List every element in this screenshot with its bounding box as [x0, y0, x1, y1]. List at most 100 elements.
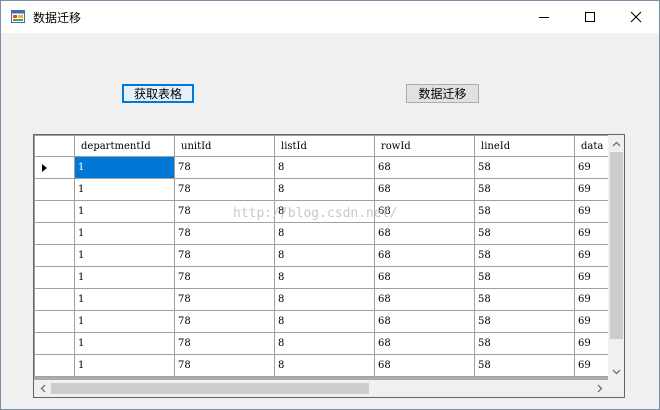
row-header[interactable]	[34, 354, 75, 377]
table-cell[interactable]: 68	[374, 156, 475, 179]
row-header[interactable]	[34, 178, 75, 201]
table-cell[interactable]: 1	[74, 354, 175, 377]
table-cell[interactable]: 58	[474, 332, 575, 355]
table-cell[interactable]: 69	[574, 310, 609, 333]
horizontal-scroll-thumb[interactable]	[51, 383, 369, 394]
table-cell[interactable]: 8	[274, 310, 375, 333]
table-cell[interactable]: 78	[174, 178, 275, 201]
table-cell[interactable]: 8	[274, 200, 375, 223]
data-grid[interactable]: departmentId unitId listId rowId lineId …	[33, 134, 625, 398]
table-cell[interactable]: 8	[274, 244, 375, 267]
vertical-scrollbar[interactable]	[608, 135, 624, 380]
table-cell[interactable]: 68	[374, 354, 475, 377]
scroll-down-button[interactable]	[608, 363, 624, 380]
table-cell[interactable]: 68	[374, 244, 475, 267]
table-cell[interactable]: 8	[274, 266, 375, 289]
table-cell[interactable]: 68	[374, 200, 475, 223]
table-cell[interactable]: 69	[574, 288, 609, 311]
row-header[interactable]	[34, 266, 75, 289]
table-row[interactable]: 1 78 8 68 58 69	[34, 354, 609, 377]
table-cell[interactable]: 8	[274, 178, 375, 201]
table-row[interactable]: 1 78 8 68 58 69	[34, 244, 609, 267]
table-cell[interactable]: 58	[474, 266, 575, 289]
table-cell[interactable]: 1	[74, 200, 175, 223]
minimize-button[interactable]	[521, 1, 567, 33]
column-header-listId[interactable]: listId	[274, 135, 375, 157]
table-cell[interactable]: 8	[274, 332, 375, 355]
table-cell[interactable]: 58	[474, 178, 575, 201]
table-cell[interactable]: 69	[574, 244, 609, 267]
table-cell[interactable]: 1	[74, 266, 175, 289]
table-cell[interactable]: 69	[574, 178, 609, 201]
horizontal-scrollbar[interactable]	[34, 380, 608, 397]
row-header[interactable]	[34, 200, 75, 223]
table-row[interactable]: 1 78 8 68 58 69	[34, 178, 609, 201]
table-cell[interactable]: 78	[174, 310, 275, 333]
table-cell[interactable]: 58	[474, 244, 575, 267]
column-header-rowId[interactable]: rowId	[374, 135, 475, 157]
table-cell[interactable]: 8	[274, 222, 375, 245]
table-cell[interactable]: 8	[274, 156, 375, 179]
table-cell[interactable]: 78	[174, 266, 275, 289]
table-cell[interactable]: 68	[374, 288, 475, 311]
table-cell[interactable]: 68	[374, 332, 475, 355]
migrate-data-button[interactable]: 数据迁移	[406, 84, 479, 103]
table-cell[interactable]: 69	[574, 266, 609, 289]
table-cell[interactable]: 78	[174, 222, 275, 245]
scroll-left-button[interactable]	[34, 380, 51, 397]
table-cell[interactable]: 58	[474, 200, 575, 223]
close-button[interactable]	[613, 1, 659, 33]
table-row[interactable]: 1 78 8 68 58 69	[34, 266, 609, 289]
table-cell[interactable]: 1	[74, 310, 175, 333]
column-header-data[interactable]: data	[574, 135, 609, 157]
table-cell[interactable]: 1	[74, 222, 175, 245]
table-cell[interactable]: 78	[174, 288, 275, 311]
table-cell[interactable]: 58	[474, 310, 575, 333]
table-cell[interactable]: 69	[574, 156, 609, 179]
table-cell[interactable]: 58	[474, 288, 575, 311]
scroll-right-button[interactable]	[591, 380, 608, 397]
table-cell[interactable]: 68	[374, 222, 475, 245]
row-header[interactable]	[34, 310, 75, 333]
row-header[interactable]	[34, 288, 75, 311]
table-cell[interactable]: 1	[74, 288, 175, 311]
row-header[interactable]	[34, 332, 75, 355]
column-header-departmentId[interactable]: departmentId	[74, 135, 175, 157]
table-cell[interactable]: 1	[74, 332, 175, 355]
table-cell[interactable]: 78	[174, 156, 275, 179]
table-row[interactable]: 1 78 8 68 58 69	[34, 222, 609, 245]
table-row[interactable]: 1 78 8 68 58 69	[34, 200, 609, 223]
row-header[interactable]	[34, 222, 75, 245]
title-bar[interactable]: 数据迁移	[1, 1, 659, 33]
row-header-corner[interactable]	[34, 135, 75, 157]
table-cell[interactable]: 78	[174, 354, 275, 377]
table-cell[interactable]: 8	[274, 288, 375, 311]
maximize-button[interactable]	[567, 1, 613, 33]
table-cell[interactable]: 58	[474, 354, 575, 377]
scroll-up-button[interactable]	[608, 135, 624, 152]
table-row[interactable]: 1 78 8 68 58 69	[34, 332, 609, 355]
vertical-scroll-thumb[interactable]	[610, 152, 623, 339]
table-cell[interactable]: 68	[374, 266, 475, 289]
table-row[interactable]: 1 78 8 68 58 69	[34, 288, 609, 311]
row-header[interactable]	[34, 244, 75, 267]
table-cell[interactable]: 69	[574, 200, 609, 223]
table-row[interactable]: 1 78 8 68 58 69	[34, 156, 609, 179]
table-cell[interactable]: 78	[174, 200, 275, 223]
table-cell[interactable]: 69	[574, 332, 609, 355]
table-cell[interactable]: 68	[374, 310, 475, 333]
table-cell[interactable]: 8	[274, 354, 375, 377]
column-header-lineId[interactable]: lineId	[474, 135, 575, 157]
table-cell[interactable]: 58	[474, 222, 575, 245]
table-row[interactable]: 1 78 8 68 58 69	[34, 310, 609, 333]
table-cell[interactable]: 1	[74, 156, 175, 179]
get-table-button[interactable]: 获取表格	[122, 84, 194, 103]
table-cell[interactable]: 58	[474, 156, 575, 179]
table-cell[interactable]: 69	[574, 354, 609, 377]
column-header-unitId[interactable]: unitId	[174, 135, 275, 157]
table-cell[interactable]: 68	[374, 178, 475, 201]
table-cell[interactable]: 78	[174, 244, 275, 267]
table-cell[interactable]: 69	[574, 222, 609, 245]
table-cell[interactable]: 1	[74, 178, 175, 201]
row-header[interactable]	[34, 156, 75, 179]
